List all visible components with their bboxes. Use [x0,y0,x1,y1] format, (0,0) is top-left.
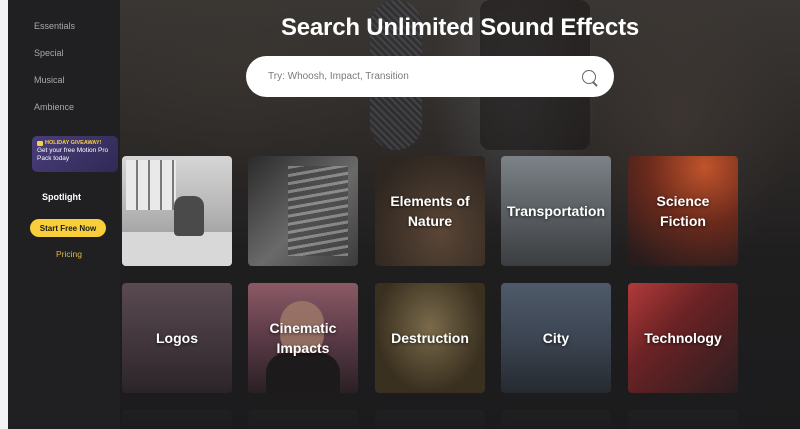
category-tile-transportation[interactable]: Transportation [501,156,611,266]
holiday-promo-card[interactable]: HOLIDAY GIVEAWAY! Get your free Motion P… [32,136,118,172]
category-tile-bedroom[interactable] [122,156,232,266]
search-icon[interactable] [582,69,596,84]
sidebar: Essentials Special Musical Ambience HOLI… [8,0,120,429]
category-tile-destruction[interactable]: Destruction [375,283,485,393]
category-tile-science-fiction[interactable]: Science Fiction [628,156,738,266]
blinds-image [288,166,348,256]
category-tile-city[interactable]: City [501,283,611,393]
search-input[interactable] [266,70,582,83]
sidebar-item-label: Musical [34,75,65,85]
sidebar-item-label: Ambience [34,102,75,112]
sidebar-item-spotlight[interactable]: Spotlight [42,192,81,202]
sidebar-item-ambience[interactable]: Ambience [34,102,74,112]
sidebar-item-musical[interactable]: Musical [34,75,65,85]
sidebar-item-label: Special [34,48,64,58]
category-label: Technology [644,329,722,346]
sidebar-item-essentials[interactable]: Essentials [34,21,75,31]
sidebar-item-special[interactable]: Special [34,48,64,58]
bottom-fade [120,390,800,429]
gift-icon [37,140,43,146]
category-tile-logos[interactable]: Logos [122,283,232,393]
promo-tag-text: HOLIDAY GIVEAWAY! [45,140,102,146]
hero-section: Search Unlimited Sound Effects Elements … [120,0,800,429]
start-free-now-button[interactable]: Start Free Now [30,219,106,237]
category-label: Transportation [506,202,605,219]
sidebar-item-label: Essentials [34,21,76,31]
category-label: City [542,329,570,346]
body-image [266,353,340,393]
category-label: Science Fiction [656,192,710,229]
page-title: Search Unlimited Sound Effects [280,14,640,41]
category-label: Logos [156,329,198,346]
category-label: Cinematic Impacts [269,319,337,356]
category-label: Destruction [391,329,469,346]
window-edge [0,0,8,429]
category-tile-cinematic-impacts[interactable]: Cinematic Impacts [248,283,358,393]
category-tile-blinds[interactable] [248,156,358,266]
category-label: Elements of Nature [390,192,470,229]
window-image [126,160,176,210]
person-image [174,196,204,236]
pricing-link[interactable]: Pricing [56,249,82,259]
category-tile-technology[interactable]: Technology [628,283,738,393]
promo-text: Get your free Motion Pro Pack today [37,146,109,162]
search-bar[interactable] [246,56,614,97]
promo-tag: HOLIDAY GIVEAWAY! [37,140,113,147]
bed-image [122,232,232,266]
category-tile-elements-of-nature[interactable]: Elements of Nature [375,156,485,266]
